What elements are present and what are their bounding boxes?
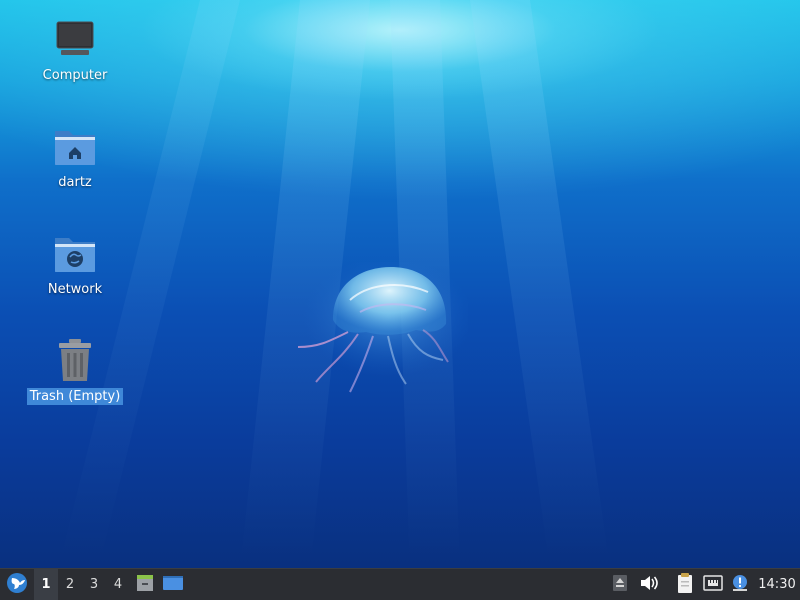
- network-folder-icon: [51, 230, 99, 278]
- eject-icon: [612, 574, 628, 596]
- network-icon: [703, 574, 723, 595]
- notifications-button[interactable]: [728, 569, 752, 600]
- menu-logo-icon: [6, 572, 28, 598]
- jellyfish-wallpaper-image: [297, 262, 468, 393]
- clipboard-icon: [676, 572, 694, 598]
- desktop-background[interactable]: Computer dartz Network Trash (Empty): [0, 0, 800, 568]
- file-manager-icon: [135, 573, 155, 597]
- desktop-icon-label: dartz: [58, 175, 92, 190]
- volume-button[interactable]: [636, 569, 662, 600]
- desktop-icon-network[interactable]: Network: [25, 230, 125, 298]
- clock-time: 14:30: [758, 577, 796, 592]
- computer-icon: [51, 16, 99, 64]
- clock[interactable]: 14:30: [754, 569, 800, 600]
- workspace-4-button[interactable]: 4: [106, 569, 130, 600]
- desktop-icon-home-folder[interactable]: dartz: [25, 123, 125, 191]
- desktop-icon-label: Computer: [42, 68, 108, 83]
- notification-icon: [731, 574, 749, 596]
- clipboard-button[interactable]: [672, 569, 698, 600]
- network-status-button[interactable]: [700, 569, 726, 600]
- taskbar-panel: 1 2 3 4 14:30: [0, 568, 800, 600]
- desktop-icon-trash[interactable]: Trash (Empty): [25, 337, 125, 405]
- home-folder-icon: [51, 123, 99, 171]
- workspace-3-button[interactable]: 3: [82, 569, 106, 600]
- desktop-icon-computer[interactable]: Computer: [25, 16, 125, 84]
- workspace-1-button[interactable]: 1: [34, 569, 58, 600]
- workspace-label: 2: [65, 577, 75, 592]
- workspace-label: 3: [89, 577, 99, 592]
- workspace-label: 4: [113, 577, 123, 592]
- application-menu-button[interactable]: [2, 569, 32, 600]
- desktop-icon-label: Network: [47, 282, 103, 297]
- volume-icon: [639, 574, 659, 596]
- workspace-label: 1: [41, 577, 51, 592]
- workspace-2-button[interactable]: 2: [58, 569, 82, 600]
- show-desktop-button[interactable]: [160, 569, 186, 600]
- desktop-icon-label: Trash (Empty): [26, 388, 124, 405]
- show-desktop-icon: [162, 573, 184, 597]
- eject-button[interactable]: [608, 569, 632, 600]
- file-manager-launcher[interactable]: [132, 569, 158, 600]
- trash-icon: [51, 337, 99, 385]
- light-ray: [470, 0, 609, 560]
